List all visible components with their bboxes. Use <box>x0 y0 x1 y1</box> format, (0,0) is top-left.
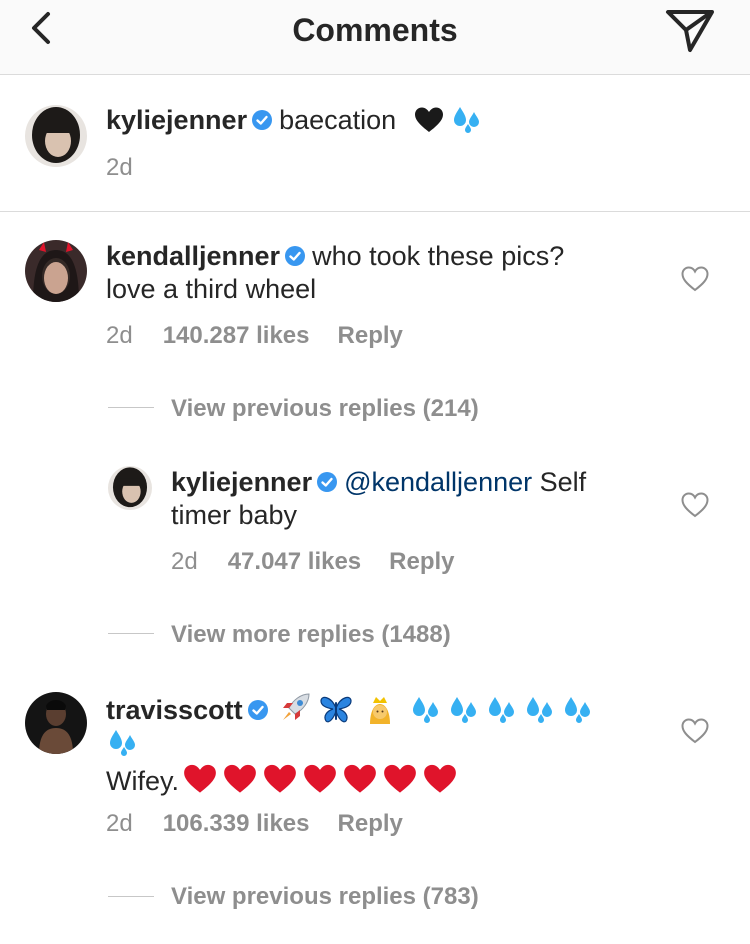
caption-time: 2d <box>106 154 133 181</box>
caption-body: baecation <box>279 105 397 135</box>
view-replies-line <box>108 407 154 408</box>
black-heart-emoji-icon <box>414 107 443 132</box>
comment-username[interactable]: travisscott <box>106 695 243 725</box>
view-replies-line <box>108 633 154 634</box>
sweat-droplets-emoji-icon <box>450 697 476 723</box>
header-bar: Comments <box>0 0 750 75</box>
red-heart-emoji-icon <box>304 764 336 793</box>
comment-body-line2: love a third wheel <box>106 274 317 304</box>
reply-time: 2d <box>171 548 198 575</box>
share-button[interactable] <box>664 6 716 54</box>
comment-time: 2d <box>106 810 133 837</box>
like-heart-icon[interactable] <box>681 266 709 292</box>
sweat-droplets-emoji-icon <box>110 730 135 756</box>
avatar-kyliejenner[interactable] <box>25 105 87 167</box>
caption-divider <box>0 211 750 212</box>
paper-plane-icon <box>666 10 714 52</box>
avatar-kendalljenner[interactable] <box>25 240 87 302</box>
caption-username[interactable]: kyliejenner <box>106 105 247 135</box>
droplets-row <box>409 695 599 725</box>
princess-emoji-icon <box>369 697 390 724</box>
rocket-emoji-icon <box>282 693 310 720</box>
verified-badge-icon <box>317 472 338 492</box>
caption-text: kyliejenner baecation <box>106 104 666 137</box>
comment-meta: 2d 140.287 likes Reply <box>106 322 431 350</box>
red-heart-emoji-icon <box>224 764 256 793</box>
comment-text: travisscott Wifey. <box>106 692 626 798</box>
droplets-wrap <box>106 727 626 763</box>
sweat-droplets-emoji-icon <box>564 697 590 723</box>
comment-body-line2: Wifey. <box>106 763 626 798</box>
red-heart-emoji-icon <box>424 764 456 793</box>
sweat-droplets-emoji-icon <box>526 697 552 723</box>
red-heart-emoji-icon <box>344 764 376 793</box>
verified-badge-icon <box>252 110 273 130</box>
caption-meta: 2d <box>106 154 163 182</box>
verified-badge-icon <box>285 246 306 266</box>
sweat-droplets-emoji-icon <box>453 107 479 133</box>
view-replies-link[interactable]: View previous replies (783) <box>171 883 479 911</box>
reply-button[interactable]: Reply <box>338 810 403 837</box>
comment-likes[interactable]: 140.287 likes <box>163 322 310 349</box>
reply-likes[interactable]: 47.047 likes <box>228 548 361 575</box>
reply-button[interactable]: Reply <box>338 322 403 349</box>
reply-button[interactable]: Reply <box>389 548 454 575</box>
red-heart-emoji-icon <box>184 764 216 793</box>
like-heart-icon[interactable] <box>681 718 709 744</box>
reply-body: Self <box>532 467 587 497</box>
comment-body: Wifey. <box>106 766 179 796</box>
avatar-travisscott[interactable] <box>25 692 87 754</box>
view-replies-link[interactable]: View previous replies (214) <box>171 395 479 423</box>
comment-body: who took these pics? <box>312 241 565 271</box>
comment-meta: 2d 106.339 likes Reply <box>106 810 431 838</box>
sweat-droplets-emoji-icon <box>412 697 438 723</box>
comment-likes[interactable]: 106.339 likes <box>163 810 310 837</box>
red-heart-emoji-icon <box>384 764 416 793</box>
page-title: Comments <box>292 12 458 48</box>
avatar-kyliejenner[interactable] <box>108 466 152 510</box>
verified-badge-icon <box>247 700 268 720</box>
reply-text: kyliejenner @kendalljenner Self timer bab… <box>171 466 661 532</box>
like-heart-icon[interactable] <box>681 492 709 518</box>
comment-time: 2d <box>106 322 133 349</box>
view-more-replies-link[interactable]: View more replies (1488) <box>171 621 451 649</box>
red-hearts-row <box>183 764 463 796</box>
view-replies-line <box>108 896 154 897</box>
comment-text: kendalljenner who took these pics? love a… <box>106 240 666 306</box>
sweat-droplets-emoji-icon <box>488 697 514 723</box>
butterfly-emoji-icon <box>319 696 352 723</box>
mention-link[interactable]: @kendalljenner <box>344 467 532 497</box>
reply-body-line2: timer baby <box>171 500 298 530</box>
reply-meta: 2d 47.047 likes Reply <box>171 548 483 576</box>
comment-username[interactable]: kendalljenner <box>106 241 280 271</box>
red-heart-emoji-icon <box>264 764 296 793</box>
reply-username[interactable]: kyliejenner <box>171 467 312 497</box>
